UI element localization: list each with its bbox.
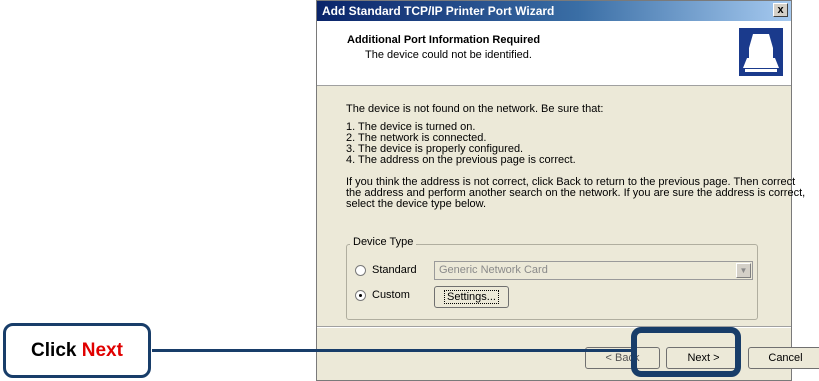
callout-connector [152,349,631,352]
close-icon: x [777,4,784,16]
next-button-highlight [631,327,741,377]
custom-label: Custom [372,289,410,301]
device-type-legend: Device Type [350,236,417,248]
standard-label: Standard [372,264,417,276]
callout-accent-text: Next [81,340,123,361]
click-next-callout: Click Next [3,323,151,378]
settings-button[interactable]: Settings... [434,286,509,308]
wizard-window: Add Standard TCP/IP Printer Port Wizard … [316,0,819,381]
intro-text: The device is not found on the network. … [346,103,604,115]
cancel-button[interactable]: Cancel [748,347,819,369]
device-type-select-value: Generic Network Card [439,264,548,276]
callout-text: Click [31,340,77,361]
title-bar: Add Standard TCP/IP Printer Port Wizard … [317,1,791,21]
header-subtitle: The device could not be identified. [365,49,532,61]
chevron-down-icon[interactable]: ▼ [736,263,751,278]
device-type-select[interactable]: Generic Network Card ▼ [434,261,753,280]
window-title: Add Standard TCP/IP Printer Port Wizard [322,4,555,18]
custom-radio[interactable] [355,290,366,301]
checklist-item: 4. The address on the previous page is c… [346,154,576,166]
header-title: Additional Port Information Required [347,34,541,46]
instruction-line: select the device type below. [346,198,487,210]
printer-icon [739,28,783,76]
settings-button-label: Settings... [444,290,499,304]
close-button[interactable]: x [773,3,788,17]
wizard-header: Additional Port Information Required The… [317,21,791,86]
standard-radio[interactable] [355,265,366,276]
device-type-group [346,244,758,320]
